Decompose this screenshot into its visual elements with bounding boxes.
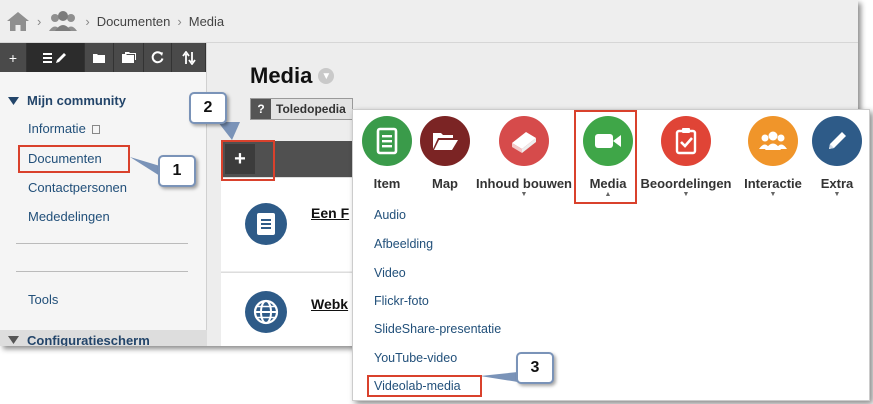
- highlight-add-button: [221, 140, 275, 181]
- highlight-videolab-media: [367, 375, 482, 397]
- callout-pointer-lines: [130, 122, 518, 382]
- highlight-media-tool: [574, 110, 637, 204]
- callout-1: 1: [158, 155, 196, 187]
- callout-2: 2: [189, 92, 227, 124]
- callout-3: 3: [516, 352, 554, 384]
